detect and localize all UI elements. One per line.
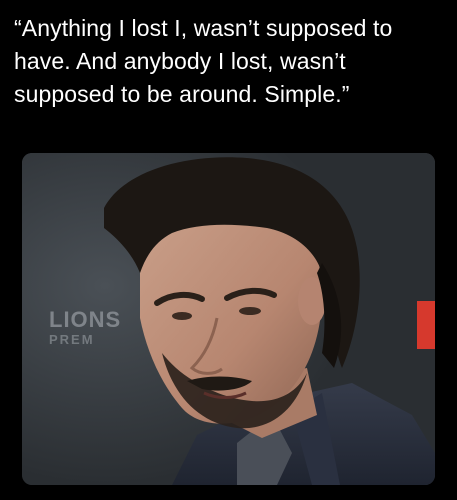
portrait-photo: LIONS PREM bbox=[22, 153, 435, 485]
backdrop-logo-line1: LIONS bbox=[49, 307, 122, 332]
left-eye bbox=[172, 312, 192, 320]
backdrop-logo-line2: PREM bbox=[49, 332, 95, 347]
quote-text: “Anything I lost I, wasn’t supposed to h… bbox=[14, 15, 393, 107]
red-backdrop-mark bbox=[417, 301, 435, 349]
backdrop-logo: LIONS PREM bbox=[49, 307, 122, 350]
right-eye bbox=[239, 307, 261, 315]
